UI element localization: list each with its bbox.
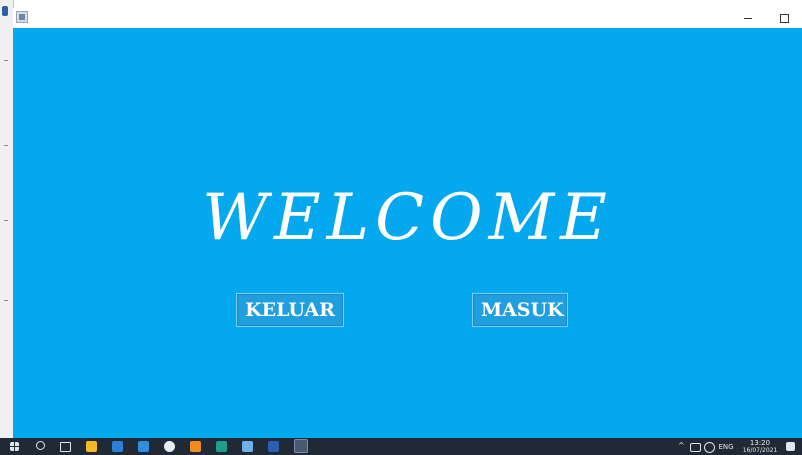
search-icon[interactable] xyxy=(36,441,45,450)
store-icon[interactable] xyxy=(112,441,123,452)
maximize-button[interactable] xyxy=(769,8,799,28)
window-titlebar[interactable] xyxy=(13,8,802,28)
edge-tick xyxy=(4,220,8,221)
app-icon-2[interactable] xyxy=(242,441,253,452)
app-icon[interactable] xyxy=(164,441,175,452)
file-explorer-icon[interactable] xyxy=(86,441,97,452)
media-icon[interactable] xyxy=(216,441,227,452)
word-icon[interactable] xyxy=(268,441,279,452)
notification-icon[interactable] xyxy=(786,442,795,451)
mail-icon[interactable] xyxy=(138,441,149,452)
battery-icon[interactable] xyxy=(690,443,701,452)
task-view-icon[interactable] xyxy=(60,442,71,452)
welcome-heading: WELCOME xyxy=(202,181,613,255)
chevron-up-icon[interactable]: ^ xyxy=(678,442,685,450)
taskbar: ^ ENG 13:20 16/07/2021 xyxy=(0,438,802,455)
edge-tick xyxy=(4,300,8,301)
clock-date[interactable]: 16/07/2021 xyxy=(742,447,778,455)
windows-start-icon[interactable] xyxy=(10,442,19,451)
background-window-edge xyxy=(0,0,14,438)
maximize-icon xyxy=(779,13,789,23)
java-app-icon[interactable] xyxy=(294,439,308,453)
globe-icon[interactable] xyxy=(704,442,715,453)
background-window-icon xyxy=(2,6,8,16)
masuk-button[interactable]: MASUK xyxy=(472,293,568,327)
minimize-icon xyxy=(744,17,752,19)
language-indicator[interactable]: ENG xyxy=(718,443,734,451)
edge-tick xyxy=(4,60,8,61)
clock-time[interactable]: 13:20 xyxy=(742,439,778,447)
keluar-button[interactable]: KELUAR xyxy=(236,293,344,327)
minimize-button[interactable] xyxy=(733,8,763,28)
welcome-panel: WELCOME KELUAR MASUK xyxy=(13,28,802,438)
app-window: WELCOME KELUAR MASUK xyxy=(13,8,802,438)
java-app-icon xyxy=(16,11,28,23)
sublime-icon[interactable] xyxy=(190,441,201,452)
edge-tick xyxy=(4,145,8,146)
